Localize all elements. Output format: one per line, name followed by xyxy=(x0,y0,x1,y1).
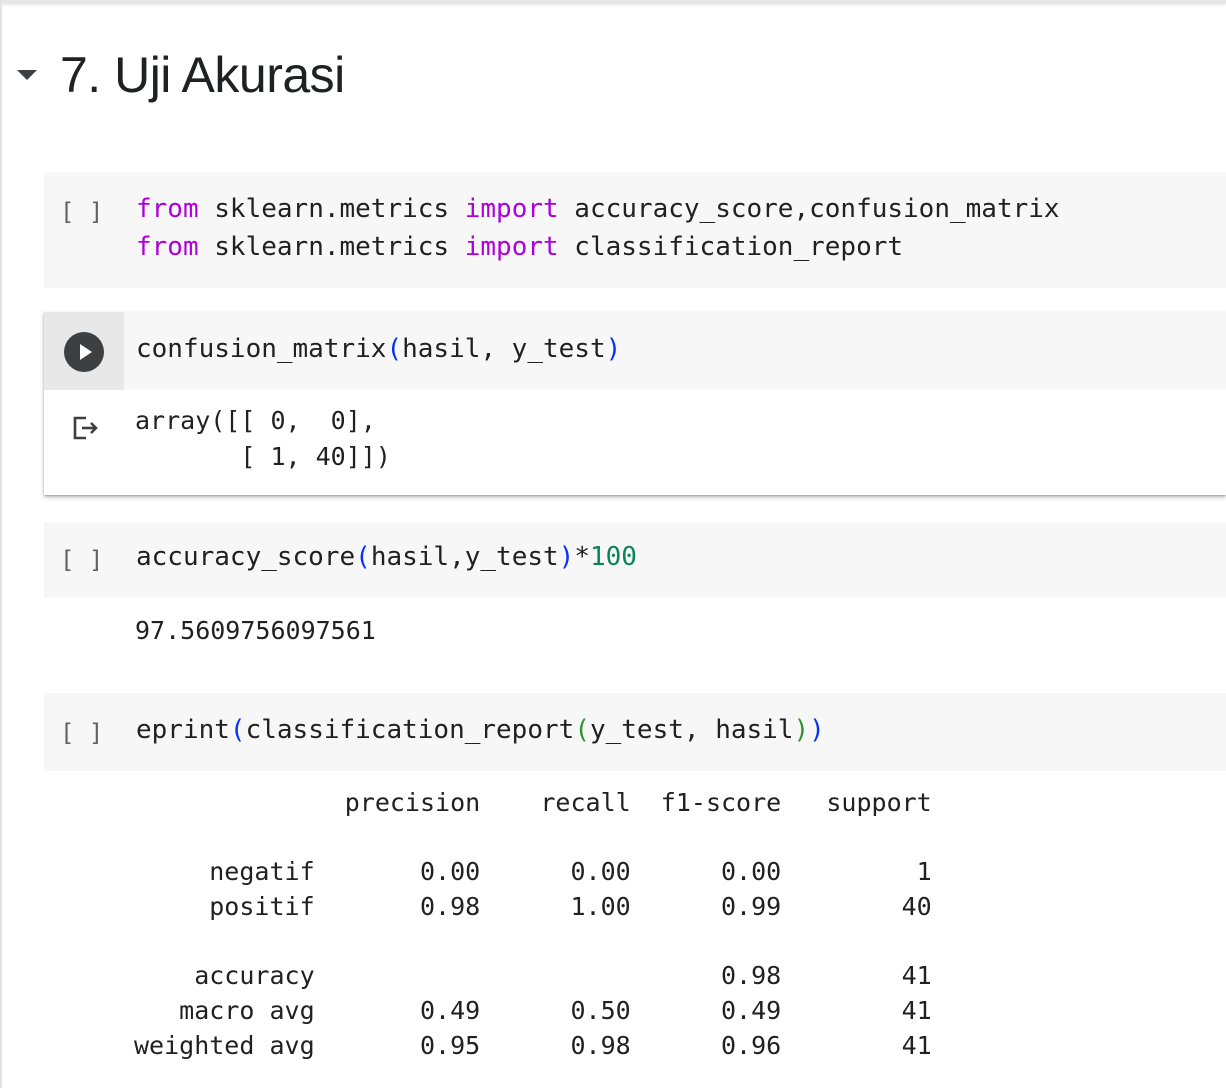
function-name: eprint xyxy=(136,715,230,745)
run-gutter xyxy=(44,312,124,390)
paren: ( xyxy=(574,715,590,745)
code-args: hasil,y_test xyxy=(370,542,559,572)
code-args: y_test, hasil xyxy=(589,715,794,745)
play-icon xyxy=(80,344,92,360)
output-redirect-icon[interactable] xyxy=(70,412,102,444)
paren: ) xyxy=(809,715,825,745)
function-name: accuracy_score xyxy=(136,542,356,572)
report-row: negatif 0.00 0.00 0.00 1 xyxy=(134,857,932,886)
code-line[interactable]: from sklearn.metrics import accuracy_sco… xyxy=(136,194,1060,224)
keyword: import xyxy=(464,194,559,224)
code-cell-imports[interactable] xyxy=(44,172,1226,288)
caret-down-icon xyxy=(17,70,37,80)
paren: ) xyxy=(793,715,810,745)
keyword: from xyxy=(136,232,199,262)
output-line: array([[ 0, 0], xyxy=(135,406,376,435)
report-header: precision recall f1-score support xyxy=(134,788,932,817)
function-name: classification_report xyxy=(245,715,575,745)
collapse-section-button[interactable] xyxy=(14,62,40,88)
report-row: weighted avg 0.95 0.98 0.96 41 xyxy=(134,1031,932,1060)
code-editor[interactable]: confusion_matrix(hasil, y_test) xyxy=(124,312,1226,390)
code-text: accuracy_score,confusion_matrix xyxy=(558,194,1060,224)
section-header: 7. Uji Akurasi xyxy=(14,40,345,110)
paren: ) xyxy=(558,542,575,572)
output-line: [ 1, 40]]) xyxy=(135,442,391,471)
code-line[interactable]: confusion_matrix(hasil, y_test) xyxy=(136,334,621,364)
run-cell-button[interactable] xyxy=(64,332,104,372)
keyword: from xyxy=(136,194,199,224)
paren: ( xyxy=(355,542,371,572)
code-line[interactable]: from sklearn.metrics import classificati… xyxy=(136,232,903,262)
code-args: hasil, y_test xyxy=(402,334,606,364)
code-text: classification_report xyxy=(558,232,904,262)
function-name: confusion_matrix xyxy=(136,334,387,364)
code-text: sklearn.metrics xyxy=(198,194,465,224)
accuracy-output: 97.5609756097561 xyxy=(135,616,376,645)
code-line[interactable]: accuracy_score(hasil,y_test)*100 xyxy=(136,542,637,572)
notebook-left-border xyxy=(0,0,2,1088)
report-row: macro avg 0.49 0.50 0.49 41 xyxy=(134,996,932,1025)
paren: ( xyxy=(229,715,246,745)
code-text: sklearn.metrics xyxy=(198,232,465,262)
run-cell-button[interactable]: [ ] xyxy=(60,719,103,747)
code-cell-confusion-matrix[interactable]: confusion_matrix(hasil, y_test) array([[… xyxy=(44,312,1226,495)
paren: ( xyxy=(386,334,403,364)
report-row: accuracy 0.98 41 xyxy=(134,961,932,990)
paren: ) xyxy=(605,334,622,364)
operator: * xyxy=(574,542,590,572)
top-shadow xyxy=(0,0,1226,4)
run-cell-button[interactable]: [ ] xyxy=(60,546,103,574)
keyword: import xyxy=(464,232,559,262)
report-row: positif 0.98 1.00 0.99 40 xyxy=(134,892,932,921)
code-line[interactable]: eprint(classification_report(y_test, has… xyxy=(136,715,825,745)
run-cell-button[interactable]: [ ] xyxy=(60,198,103,226)
number-literal: 100 xyxy=(589,542,637,572)
section-title: 7. Uji Akurasi xyxy=(60,47,345,103)
